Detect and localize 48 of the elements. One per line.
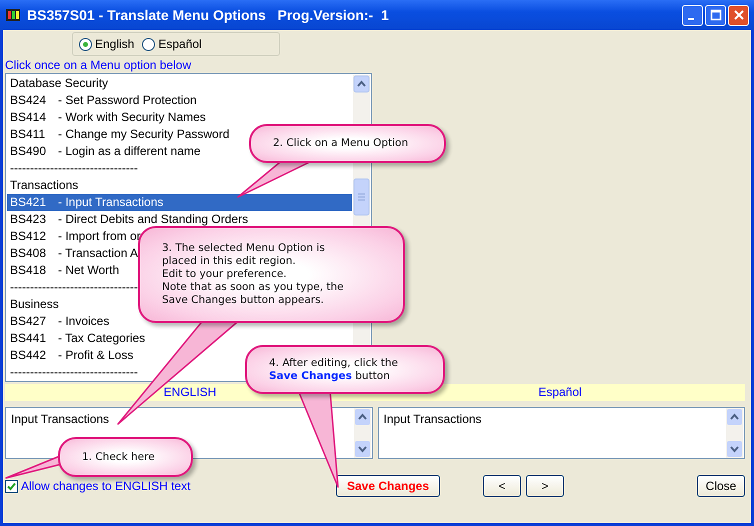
close-button[interactable] bbox=[728, 4, 749, 26]
menu-option[interactable]: BS412 - Import from or bbox=[7, 228, 143, 245]
column-heading: Español bbox=[537, 384, 583, 401]
callout-text: 3. The selected Menu Option is bbox=[162, 242, 326, 255]
list-separator: -------------------------------- bbox=[9, 160, 139, 177]
list-separator: -------------------------------- bbox=[9, 364, 139, 381]
list-heading: Transactions bbox=[9, 177, 80, 194]
maximize-icon bbox=[710, 9, 722, 21]
checkmark-icon bbox=[6, 480, 17, 492]
previous-button[interactable]: < bbox=[483, 475, 521, 497]
menu-option[interactable]: BS411 - Change my Security Password bbox=[7, 126, 232, 143]
menu-option[interactable]: BS408 - Transaction A bbox=[7, 245, 140, 262]
list-heading: Business bbox=[9, 296, 60, 313]
menu-option[interactable]: BS414 - Work with Security Names bbox=[7, 109, 208, 126]
callout-text: 4. After editing, click the bbox=[269, 356, 400, 370]
next-button[interactable]: > bbox=[526, 475, 564, 497]
save-changes-button[interactable]: Save Changes bbox=[336, 475, 440, 497]
text-area[interactable]: Input Transactions bbox=[378, 407, 745, 459]
list-heading: Database Security bbox=[9, 75, 110, 92]
list-separator: -------------------------------- bbox=[9, 279, 139, 296]
menu-option[interactable]: BS442 - Profit & Loss bbox=[7, 347, 136, 364]
close-window-button[interactable]: Close bbox=[697, 475, 745, 497]
scrollbar[interactable] bbox=[354, 408, 370, 458]
callout-text: placed in this edit region. bbox=[162, 255, 297, 268]
menu-option[interactable]: BS441 - Tax Categories bbox=[7, 330, 148, 347]
menu-option[interactable]: BS490 - Login as a different name bbox=[7, 143, 203, 160]
menu-option[interactable]: BS423 - Direct Debits and Standing Orders bbox=[7, 211, 250, 228]
window-title: BS357S01 - Translate Menu Options Prog.Version:- 1 bbox=[27, 7, 390, 23]
callout-text: Save Changes button bbox=[269, 370, 391, 382]
language-radio[interactable]: English bbox=[79, 37, 134, 51]
menu-option[interactable]: BS427 - Invoices bbox=[7, 313, 112, 330]
column-heading: ENGLISH bbox=[162, 384, 218, 401]
allow-changes-checkbox[interactable]: Allow changes to ENGLISH text bbox=[5, 479, 336, 493]
callout-text: 2. Click on a Menu Option bbox=[273, 137, 410, 150]
callout-text: Note that as soon as you type, the bbox=[162, 281, 345, 294]
callout-text: Edit to your preference. bbox=[162, 268, 288, 281]
scrollbar[interactable] bbox=[726, 408, 743, 458]
minimize-icon bbox=[688, 18, 694, 20]
menu-option[interactable]: BS424 - Set Password Protection bbox=[7, 92, 199, 109]
maximize-button[interactable] bbox=[705, 4, 726, 26]
minimize-button[interactable] bbox=[682, 4, 703, 26]
instruction-text: Click once on a Menu option below bbox=[5, 57, 192, 73]
callout-text: Save Changes button appears. bbox=[162, 294, 325, 307]
close-icon bbox=[732, 9, 744, 21]
menu-option[interactable]: BS418 - Net Worth bbox=[7, 262, 122, 279]
app-icon bbox=[5, 7, 21, 23]
menu-option[interactable]: BS421 - Input Transactions bbox=[7, 194, 352, 211]
language-radio[interactable]: Español bbox=[142, 37, 202, 51]
